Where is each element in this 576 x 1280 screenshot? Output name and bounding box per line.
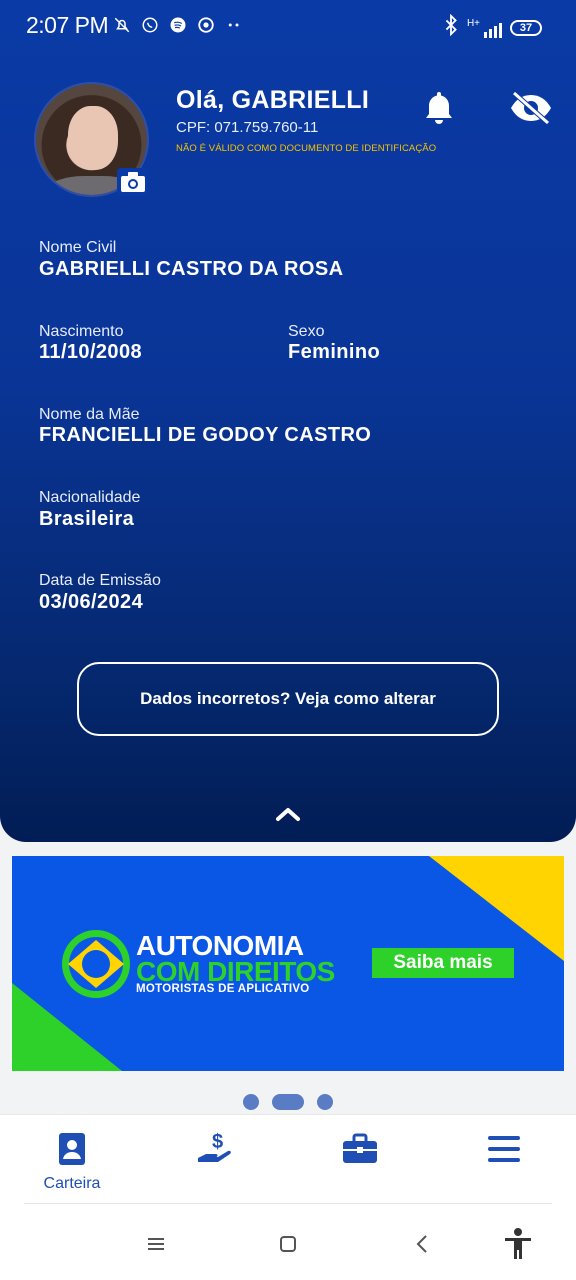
nav-item-payments[interactable]: $: [166, 1115, 266, 1205]
nav-item-carteira[interactable]: Carteira: [22, 1115, 122, 1205]
spotify-icon: [168, 15, 188, 35]
carousel-pager: [0, 1094, 576, 1110]
back-icon[interactable]: [404, 1226, 440, 1262]
promo-banner[interactable]: AUTONOMIA COM DIREITOS MOTORISTAS DE APL…: [12, 856, 564, 1071]
nacionalidade-value: Brasileira: [39, 508, 135, 530]
nacionalidade-label: Nacionalidade: [39, 489, 141, 506]
system-icons: H+ 37: [443, 13, 542, 41]
menu-icon: [482, 1129, 526, 1169]
nome-mae-value: FRANCIELLI DE GODOY CASTRO: [39, 424, 372, 446]
mute-icon: [112, 15, 132, 35]
pager-dot-active[interactable]: [272, 1094, 304, 1110]
brazil-flag-logo-icon: [60, 928, 132, 1000]
nascimento-value: 11/10/2008: [39, 341, 142, 363]
nav-item-menu[interactable]: [454, 1115, 554, 1205]
nome-civil-label: Nome Civil: [39, 239, 117, 256]
nome-mae-label: Nome da Mãe: [39, 406, 140, 423]
identity-card-panel: 2:07 PM H+ 37 Olá, GABRIELLI CPF: 071.75…: [0, 0, 576, 842]
recents-icon[interactable]: [138, 1226, 174, 1262]
pager-dot[interactable]: [317, 1094, 333, 1110]
sexo-value: Feminino: [288, 341, 381, 363]
signal-icon: H+: [467, 18, 502, 38]
data-emissao-value: 03/06/2024: [39, 591, 144, 613]
nome-civil-value: GABRIELLI CASTRO DA ROSA: [39, 258, 344, 280]
camera-icon[interactable]: [117, 168, 149, 196]
system-navigation-bar: [0, 1204, 576, 1280]
banner-cta-button[interactable]: Saiba mais: [372, 948, 514, 978]
id-card-icon: [50, 1129, 94, 1169]
home-icon[interactable]: [270, 1226, 306, 1262]
hide-data-icon[interactable]: [508, 88, 554, 128]
greeting: Olá, GABRIELLI: [176, 86, 370, 114]
svg-text:$: $: [212, 1131, 223, 1153]
status-bar: 2:07 PM H+ 37: [0, 0, 576, 54]
whatsapp-icon: [140, 15, 160, 35]
briefcase-icon: [338, 1129, 382, 1169]
nav-item-services[interactable]: [310, 1115, 410, 1205]
pager-dot[interactable]: [243, 1094, 259, 1110]
accessibility-icon[interactable]: [500, 1226, 536, 1262]
bottom-navigation: Carteira $: [0, 1114, 576, 1204]
battery-indicator: 37: [510, 19, 542, 36]
data-emissao-label: Data de Emissão: [39, 572, 161, 589]
network-type: H+: [466, 17, 480, 29]
chevron-up-icon[interactable]: [272, 800, 304, 828]
banner-subtitle: MOTORISTAS DE APLICATIVO: [136, 983, 310, 995]
banner-yellow-shape: [429, 856, 564, 961]
chrome-icon: [196, 15, 216, 35]
id-warning: NÃO É VÁLIDO COMO DOCUMENTO DE IDENTIFIC…: [176, 143, 437, 154]
bell-icon[interactable]: [420, 88, 458, 126]
sexo-label: Sexo: [288, 323, 325, 340]
notification-icons: [112, 15, 244, 35]
change-data-button[interactable]: Dados incorretos? Veja como alterar: [77, 662, 499, 736]
more-dots-icon: [224, 15, 244, 35]
nascimento-label: Nascimento: [39, 323, 124, 340]
cpf-number: CPF: 071.759.760-11: [176, 119, 319, 136]
bluetooth-icon: [443, 13, 459, 41]
nav-label-carteira: Carteira: [43, 1175, 101, 1192]
payment-hand-icon: $: [194, 1129, 238, 1169]
status-time: 2:07 PM: [26, 12, 109, 38]
